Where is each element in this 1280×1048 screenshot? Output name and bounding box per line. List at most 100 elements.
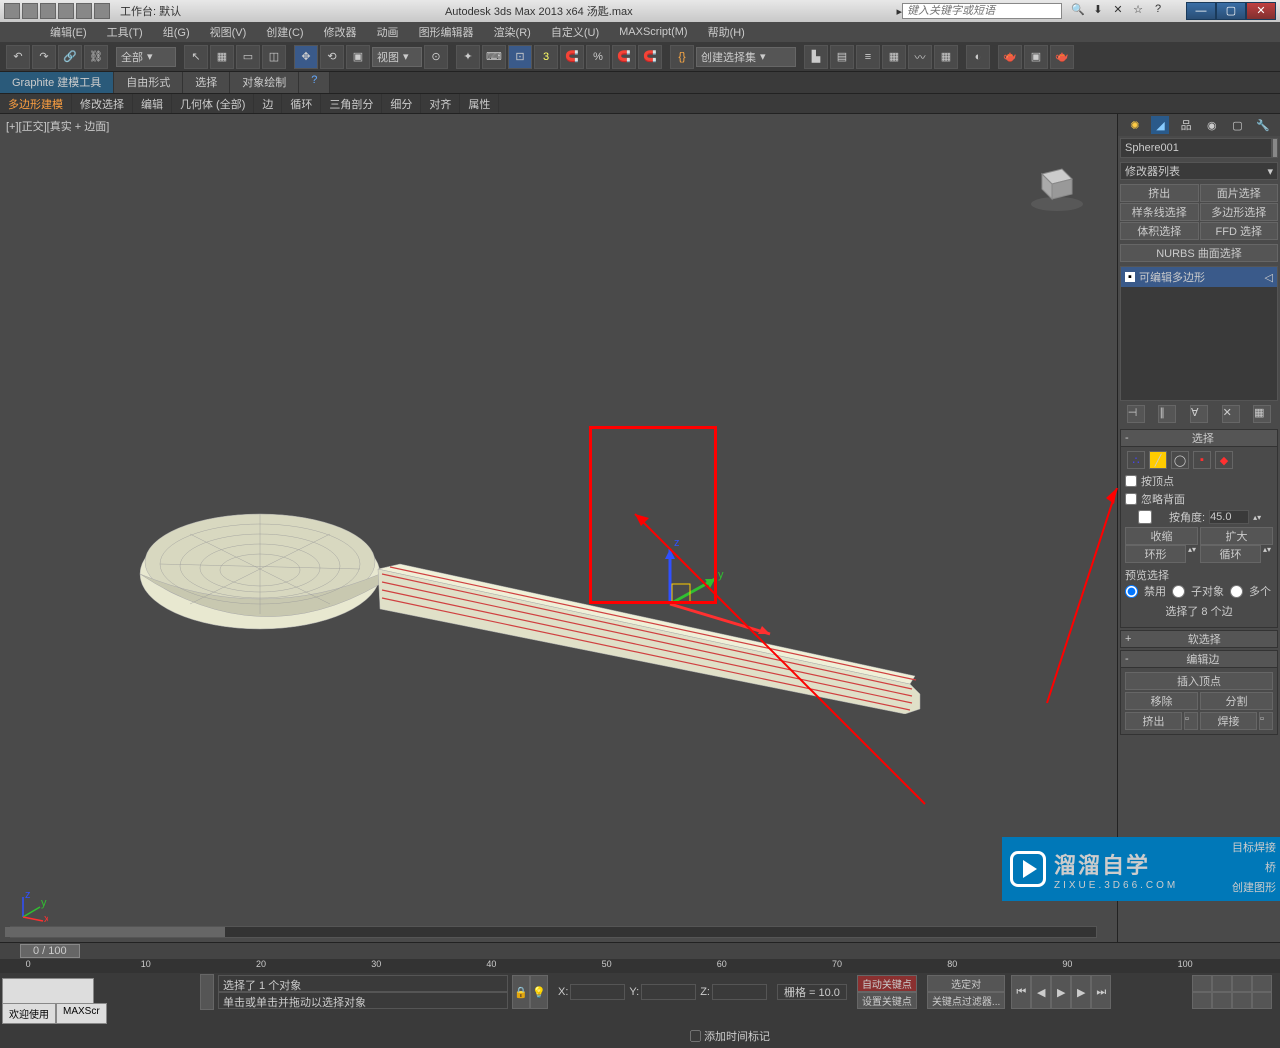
btn-weld[interactable]: 焊接	[1200, 712, 1257, 730]
ribbon-tab-selection[interactable]: 选择	[183, 72, 230, 93]
add-time-tag[interactable]: ▢ 添加时间标记	[690, 1028, 770, 1044]
pan-icon[interactable]	[1212, 992, 1232, 1009]
close-button[interactable]: ✕	[1246, 2, 1276, 20]
fav-icon[interactable]: ☆	[1130, 3, 1146, 19]
angle-input[interactable]	[1209, 510, 1249, 524]
panel-props[interactable]: 属性	[460, 94, 499, 113]
btn-extrude[interactable]: 挤出	[1120, 184, 1199, 202]
btn-extrude-edge[interactable]: 挤出	[1125, 712, 1182, 730]
named-selection-set[interactable]: 创建选择集▾	[696, 47, 796, 67]
selection-filter[interactable]: 全部▾	[116, 47, 176, 67]
exchange-icon[interactable]: ✕	[1110, 3, 1126, 19]
align-icon[interactable]: ▤	[830, 45, 854, 69]
time-slider[interactable]: 0 / 100	[0, 943, 1280, 959]
btn-loop[interactable]: 循环	[1200, 545, 1261, 563]
qat-save-icon[interactable]	[40, 3, 56, 19]
hierarchy-tab-icon[interactable]: 品	[1177, 116, 1195, 134]
curve-editor-icon[interactable]: 〰	[908, 45, 932, 69]
max-toggle-icon[interactable]	[1252, 992, 1272, 1009]
motion-tab-icon[interactable]: ◉	[1203, 116, 1221, 134]
zoom-all-icon[interactable]	[1212, 975, 1232, 992]
help-icon[interactable]: ?	[1150, 3, 1166, 19]
chk-by-angle[interactable]	[1125, 510, 1165, 524]
modifier-list-dropdown[interactable]: 修改器列表▾	[1120, 162, 1278, 180]
selected-set-button[interactable]: 选定对	[927, 975, 1005, 992]
viewport[interactable]: [+][正交][真实 + 边面]	[0, 114, 1117, 942]
render-setup-icon[interactable]: 🫖	[998, 45, 1022, 69]
btn-vol-select[interactable]: 体积选择	[1120, 222, 1199, 240]
element-mode-icon[interactable]: ◆	[1215, 451, 1233, 469]
time-ruler[interactable]: 0102030405060708090100	[0, 959, 1280, 973]
panel-edge[interactable]: 边	[254, 94, 282, 113]
ribbon-tab-freeform[interactable]: 自由形式	[114, 72, 183, 93]
create-tab-icon[interactable]: ✺	[1126, 116, 1144, 134]
menu-views[interactable]: 视图(V)	[200, 24, 257, 40]
panel-geom[interactable]: 几何体 (全部)	[172, 94, 254, 113]
menu-custom[interactable]: 自定义(U)	[541, 24, 609, 40]
viewcube[interactable]	[1027, 154, 1087, 214]
display-tab-icon[interactable]: ▢	[1228, 116, 1246, 134]
coord-y-input[interactable]	[641, 984, 696, 1000]
material-editor-icon[interactable]: ◐	[966, 45, 990, 69]
panel-align[interactable]: 对齐	[421, 94, 460, 113]
ribbon-toggle-icon[interactable]: ▦	[882, 45, 906, 69]
btn-ffd-select[interactable]: FFD 选择	[1200, 222, 1279, 240]
menu-graph[interactable]: 图形编辑器	[409, 24, 484, 40]
viewport-scrollbar[interactable]	[10, 926, 1097, 938]
rollout-edit-edge[interactable]: -编辑边	[1120, 650, 1278, 668]
keyboard-shortcut-icon[interactable]: ⌨	[482, 45, 506, 69]
modifier-stack[interactable]: ▪ 可编辑多边形 ◁	[1120, 266, 1278, 401]
menu-help[interactable]: 帮助(H)	[698, 24, 755, 40]
border-mode-icon[interactable]: ◯	[1171, 451, 1189, 469]
menu-edit[interactable]: 编辑(E)	[40, 24, 97, 40]
minimize-button[interactable]: —	[1186, 2, 1216, 20]
btn-grow[interactable]: 扩大	[1200, 527, 1273, 545]
rotate-icon[interactable]: ⟲	[320, 45, 344, 69]
btn-nurbs-select[interactable]: NURBS 曲面选择	[1120, 244, 1278, 262]
ribbon-tab-paint[interactable]: 对象绘制	[230, 72, 299, 93]
btn-spline-select[interactable]: 样条线选择	[1120, 203, 1199, 221]
render-frame-icon[interactable]: ▣	[1024, 45, 1048, 69]
next-frame-icon[interactable]: ▶	[1071, 975, 1091, 1009]
menu-tools[interactable]: 工具(T)	[97, 24, 153, 40]
script-toggle[interactable]	[200, 974, 214, 1010]
menu-modifiers[interactable]: 修改器	[314, 24, 367, 40]
undo-icon[interactable]: ↶	[6, 45, 30, 69]
visibility-icon[interactable]: ◁	[1265, 271, 1273, 284]
qat-open-icon[interactable]	[22, 3, 38, 19]
rollout-soft-selection[interactable]: +软选择	[1120, 630, 1278, 648]
prev-frame-icon[interactable]: ◀	[1031, 975, 1051, 1009]
menu-group[interactable]: 组(G)	[153, 24, 200, 40]
maximize-button[interactable]: ▢	[1216, 2, 1246, 20]
zoom-icon[interactable]	[1192, 975, 1212, 992]
isolate-icon[interactable]: 💡	[530, 975, 548, 1009]
radio-multi[interactable]	[1230, 585, 1243, 598]
pivot-icon[interactable]: ⊙	[424, 45, 448, 69]
menu-maxscript[interactable]: MAXScript(M)	[609, 26, 697, 38]
auto-key-button[interactable]: 自动关键点	[857, 975, 917, 992]
play-icon[interactable]: ▶	[1051, 975, 1071, 1009]
coord-z-input[interactable]	[712, 984, 767, 1000]
radio-off[interactable]	[1125, 585, 1138, 598]
qat-redo-icon[interactable]	[76, 3, 92, 19]
axis-lock-icon[interactable]: 🧲	[638, 45, 662, 69]
btn-poly-select[interactable]: 多边形选择	[1200, 203, 1279, 221]
rect-region-icon[interactable]: ▭	[236, 45, 260, 69]
goto-end-icon[interactable]: ⏭	[1091, 975, 1111, 1009]
pin-stack-icon[interactable]: ⊣	[1127, 405, 1145, 423]
chk-by-vertex[interactable]	[1125, 475, 1137, 487]
btn-ring[interactable]: 环形	[1125, 545, 1186, 563]
key-filter-button[interactable]: 关键点过滤器...	[927, 992, 1005, 1009]
snap-toggle-icon[interactable]: ⊡	[508, 45, 532, 69]
set-key-button[interactable]: 设置关键点	[857, 992, 917, 1009]
zoom-extents-all-icon[interactable]	[1252, 975, 1272, 992]
coord-x-input[interactable]	[570, 984, 625, 1000]
vertex-mode-icon[interactable]: ∴	[1127, 451, 1145, 469]
menu-animation[interactable]: 动画	[367, 24, 409, 40]
panel-mod-sel[interactable]: 修改选择	[72, 94, 133, 113]
window-crossing-icon[interactable]: ◫	[262, 45, 286, 69]
snap-opts-icon[interactable]: 🧲	[612, 45, 636, 69]
panel-edit[interactable]: 编辑	[133, 94, 172, 113]
btn-split[interactable]: 分割	[1200, 692, 1273, 710]
link-icon[interactable]: 🔗	[58, 45, 82, 69]
